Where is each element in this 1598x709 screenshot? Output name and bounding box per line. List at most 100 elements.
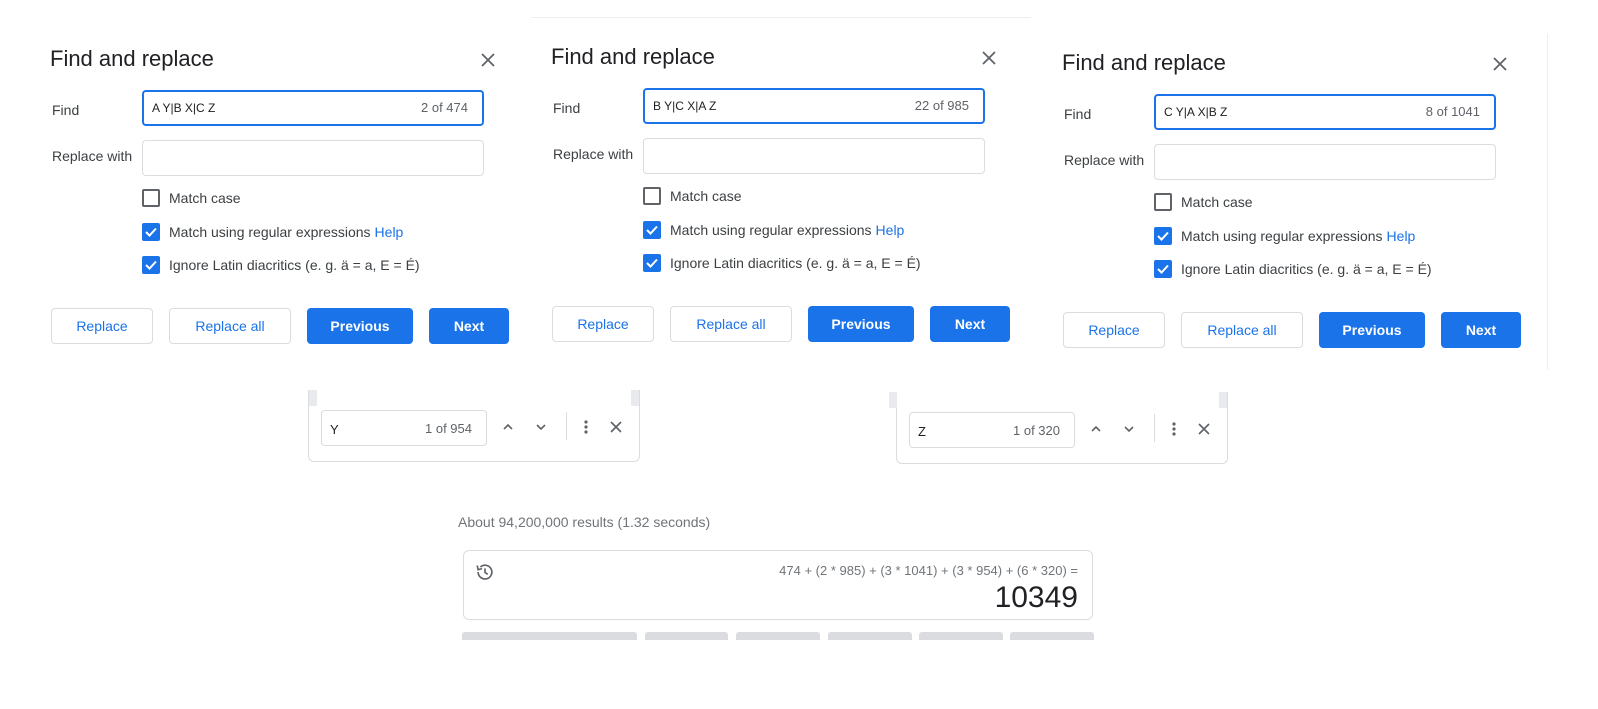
regex-checkbox[interactable]: Match using regular expressions Help bbox=[1154, 226, 1415, 246]
next-button[interactable]: Next bbox=[1441, 312, 1521, 348]
calculator-key[interactable] bbox=[462, 632, 637, 640]
close-icon[interactable] bbox=[977, 46, 1001, 70]
option-label: Ignore Latin diacritics (e. g. ä = a, E … bbox=[670, 255, 921, 271]
scrollbar-rail bbox=[309, 390, 317, 406]
option-label: Match case bbox=[670, 188, 742, 204]
close-icon[interactable] bbox=[1488, 52, 1512, 76]
find-value: B Y|C X|A Z bbox=[653, 99, 717, 113]
match-count: 2 of 474 bbox=[421, 100, 468, 115]
ignore-diacritics-checkbox[interactable]: Ignore Latin diacritics (e. g. ä = a, E … bbox=[142, 255, 420, 275]
close-icon[interactable] bbox=[1193, 418, 1215, 440]
previous-button[interactable]: Previous bbox=[1319, 312, 1425, 348]
option-label: Match using regular expressions bbox=[1181, 228, 1383, 244]
checkbox-checked-icon[interactable] bbox=[1154, 260, 1172, 278]
divider-top bbox=[531, 17, 1031, 18]
find-label: Find bbox=[1064, 106, 1092, 122]
match-case-checkbox[interactable]: Match case bbox=[1154, 192, 1253, 212]
find-value: C Y|A X|B Z bbox=[1164, 105, 1228, 119]
find-in-page-input[interactable]: Z 1 of 320 bbox=[909, 412, 1075, 448]
previous-button[interactable]: Previous bbox=[307, 308, 413, 344]
find-value: A Y|B X|C Z bbox=[152, 101, 216, 115]
scrollbar-rail bbox=[889, 392, 897, 408]
option-label: Ignore Latin diacritics (e. g. ä = a, E … bbox=[169, 257, 420, 273]
regex-checkbox[interactable]: Match using regular expressions Help bbox=[142, 222, 403, 242]
chevron-down-icon[interactable] bbox=[1118, 418, 1140, 440]
dialog-title: Find and replace bbox=[1062, 50, 1226, 75]
chevron-down-icon[interactable] bbox=[530, 416, 552, 438]
close-icon[interactable] bbox=[476, 48, 500, 72]
next-button[interactable]: Next bbox=[429, 308, 509, 344]
match-count: 1 of 954 bbox=[425, 421, 472, 436]
help-link[interactable]: Help bbox=[876, 222, 905, 238]
replace-input[interactable] bbox=[643, 138, 985, 174]
help-link[interactable]: Help bbox=[375, 224, 404, 240]
find-input[interactable]: A Y|B X|C Z 2 of 474 bbox=[142, 90, 484, 126]
divider bbox=[1154, 414, 1155, 442]
find-query: Z bbox=[918, 424, 926, 439]
calculator-key[interactable] bbox=[919, 632, 1003, 640]
regex-checkbox[interactable]: Match using regular expressions Help bbox=[643, 220, 904, 240]
replace-input[interactable] bbox=[1154, 144, 1496, 180]
chevron-up-icon[interactable] bbox=[497, 416, 519, 438]
previous-button[interactable]: Previous bbox=[808, 306, 914, 342]
browser-find-bar: Y 1 of 954 bbox=[308, 390, 640, 462]
option-label: Match case bbox=[169, 190, 241, 206]
match-case-checkbox[interactable]: Match case bbox=[643, 186, 742, 206]
more-vert-icon[interactable] bbox=[575, 416, 597, 438]
checkbox-icon[interactable] bbox=[1154, 193, 1172, 211]
match-count: 22 of 985 bbox=[914, 98, 969, 113]
find-replace-dialog: Find and replace Find A Y|B X|C Z 2 of 4… bbox=[40, 34, 520, 364]
checkbox-checked-icon[interactable] bbox=[142, 223, 160, 241]
checkbox-icon[interactable] bbox=[142, 189, 160, 207]
option-label: Ignore Latin diacritics (e. g. ä = a, E … bbox=[1181, 261, 1432, 277]
close-icon[interactable] bbox=[605, 416, 627, 438]
checkbox-checked-icon[interactable] bbox=[142, 256, 160, 274]
replace-all-button[interactable]: Replace all bbox=[1181, 312, 1303, 348]
checkbox-checked-icon[interactable] bbox=[643, 221, 661, 239]
checkbox-checked-icon[interactable] bbox=[643, 254, 661, 272]
divider-right bbox=[1547, 34, 1548, 370]
history-icon[interactable] bbox=[474, 561, 496, 583]
calculator-key[interactable] bbox=[1010, 632, 1094, 640]
ignore-diacritics-checkbox[interactable]: Ignore Latin diacritics (e. g. ä = a, E … bbox=[1154, 259, 1432, 279]
replace-label: Replace with bbox=[52, 148, 133, 164]
match-count: 1 of 320 bbox=[1013, 423, 1060, 438]
replace-label: Replace with bbox=[1064, 152, 1145, 168]
calculator-display: 474 + (2 * 985) + (3 * 1041) + (3 * 954)… bbox=[463, 550, 1093, 620]
replace-all-button[interactable]: Replace all bbox=[670, 306, 792, 342]
find-label: Find bbox=[52, 102, 80, 118]
find-in-page-input[interactable]: Y 1 of 954 bbox=[321, 410, 487, 446]
next-button[interactable]: Next bbox=[930, 306, 1010, 342]
ignore-diacritics-checkbox[interactable]: Ignore Latin diacritics (e. g. ä = a, E … bbox=[643, 253, 921, 273]
replace-button[interactable]: Replace bbox=[1063, 312, 1165, 348]
find-label: Find bbox=[553, 100, 581, 116]
divider bbox=[566, 412, 567, 440]
replace-all-button[interactable]: Replace all bbox=[169, 308, 291, 344]
find-input[interactable]: B Y|C X|A Z 22 of 985 bbox=[643, 88, 985, 124]
replace-input[interactable] bbox=[142, 140, 484, 176]
replace-label: Replace with bbox=[553, 146, 634, 162]
calculator-expression: 474 + (2 * 985) + (3 * 1041) + (3 * 954)… bbox=[779, 563, 1078, 578]
checkbox-checked-icon[interactable] bbox=[1154, 227, 1172, 245]
calculator-key[interactable] bbox=[736, 632, 820, 640]
option-label: Match using regular expressions bbox=[169, 224, 371, 240]
result-stats: About 94,200,000 results (1.32 seconds) bbox=[458, 514, 711, 530]
find-replace-dialog: Find and replace Find C Y|A X|B Z 8 of 1… bbox=[1052, 38, 1532, 368]
checkbox-icon[interactable] bbox=[643, 187, 661, 205]
replace-button[interactable]: Replace bbox=[552, 306, 654, 342]
find-query: Y bbox=[330, 422, 339, 437]
match-case-checkbox[interactable]: Match case bbox=[142, 188, 241, 208]
help-link[interactable]: Help bbox=[1387, 228, 1416, 244]
calculator-result: 10349 bbox=[994, 581, 1078, 614]
more-vert-icon[interactable] bbox=[1163, 418, 1185, 440]
find-input[interactable]: C Y|A X|B Z 8 of 1041 bbox=[1154, 94, 1496, 130]
calculator-key[interactable] bbox=[828, 632, 912, 640]
browser-find-bar: Z 1 of 320 bbox=[889, 392, 1228, 464]
calculator-key[interactable] bbox=[645, 632, 728, 640]
chevron-up-icon[interactable] bbox=[1085, 418, 1107, 440]
dialog-title: Find and replace bbox=[50, 46, 214, 71]
find-replace-dialog: Find and replace Find B Y|C X|A Z 22 of … bbox=[541, 32, 1021, 362]
replace-button[interactable]: Replace bbox=[51, 308, 153, 344]
option-label: Match case bbox=[1181, 194, 1253, 210]
scrollbar-rail bbox=[631, 390, 639, 406]
